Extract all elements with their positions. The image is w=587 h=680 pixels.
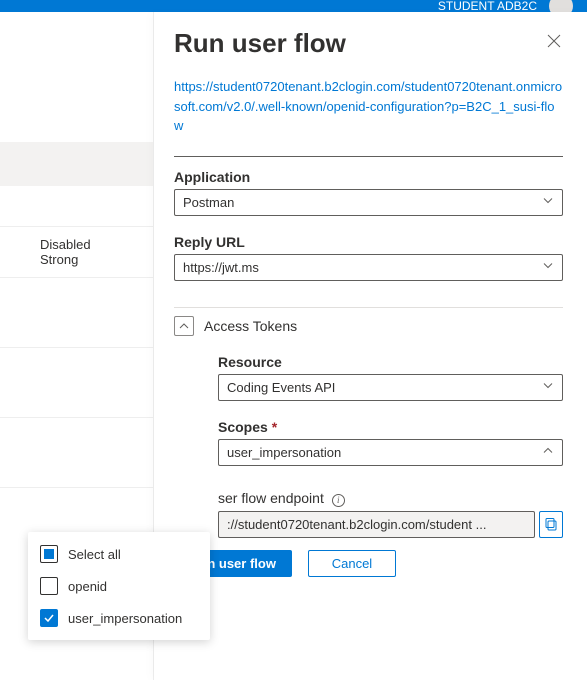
endpoint-value[interactable]: ://student0720tenant.b2clogin.com/studen… [218,511,535,538]
application-select[interactable]: Postman [174,189,563,216]
metadata-url-link[interactable]: https://student0720tenant.b2clogin.com/s… [174,77,563,136]
close-icon[interactable] [547,34,561,53]
access-tokens-toggle[interactable]: Access Tokens [174,316,563,336]
cancel-button[interactable]: Cancel [308,550,396,577]
copy-button[interactable] [539,511,563,538]
scopes-value: user_impersonation [227,445,341,460]
row-value-disabled: Disabled [40,237,153,252]
scope-label-user-impersonation: user_impersonation [68,611,182,626]
reply-url-label: Reply URL [174,234,563,250]
chevron-down-icon [542,260,554,275]
chevron-down-icon [542,380,554,395]
checkbox-checked-icon [40,609,58,627]
chevron-up-icon [542,445,554,460]
scopes-dropdown: Select all openid user_impersonation [28,532,210,640]
chevron-down-icon [542,195,554,210]
resource-value: Coding Events API [227,380,335,395]
checkbox-partial-icon [40,545,58,563]
scope-option-openid[interactable]: openid [28,570,210,602]
scopes-label: Scopes * [218,419,563,435]
application-label: Application [174,169,563,185]
access-tokens-label: Access Tokens [204,318,297,334]
reply-url-value: https://jwt.ms [183,260,259,275]
chevron-up-icon [174,316,194,336]
select-all-label: Select all [68,547,121,562]
application-value: Postman [183,195,234,210]
select-all-option[interactable]: Select all [28,538,210,570]
checkbox-unchecked-icon [40,577,58,595]
scope-option-user-impersonation[interactable]: user_impersonation [28,602,210,634]
reply-url-select[interactable]: https://jwt.ms [174,254,563,281]
endpoint-label: ser flow endpoint i [218,490,563,507]
row-value-strong: Strong [40,252,153,267]
scopes-select[interactable]: user_impersonation [218,439,563,466]
info-icon[interactable]: i [332,494,345,507]
resource-label: Resource [218,354,563,370]
top-bar: STUDENT ADB2C [0,0,587,12]
resource-select[interactable]: Coding Events API [218,374,563,401]
panel-title: Run user flow [174,28,563,59]
run-user-flow-panel: Run user flow https://student0720tenant.… [154,12,587,680]
scope-label-openid: openid [68,579,107,594]
